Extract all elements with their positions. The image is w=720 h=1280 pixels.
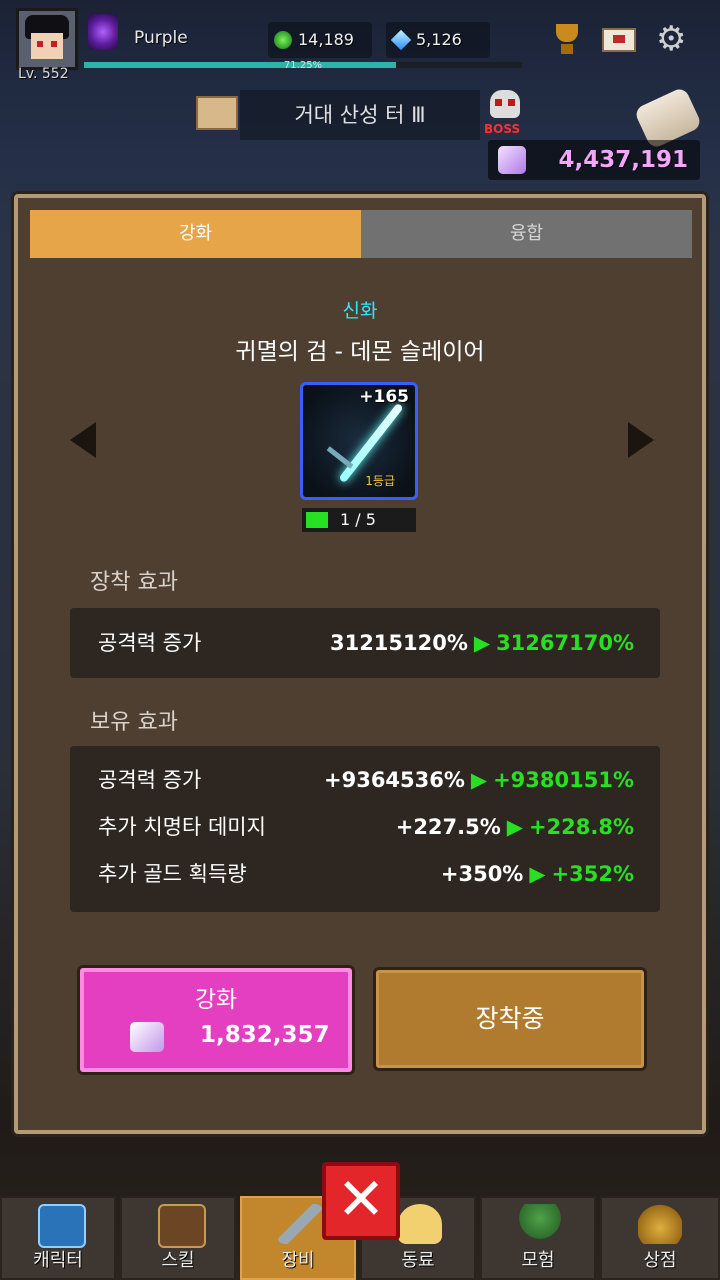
increase-arrow-icon: ▶ (470, 768, 488, 792)
nav-adventure[interactable]: 모험 (480, 1196, 596, 1280)
close-button[interactable]: ✕ (322, 1162, 400, 1240)
item-slot[interactable]: +165 1등급 (300, 382, 418, 500)
equipment-upgrade-panel: 강화 융합 신화 귀멸의 검 - 데몬 슬레이어 +165 1등급 1 / 5 … (14, 194, 706, 1134)
effect-next: +352% (551, 862, 634, 886)
nav-label: 캐릭터 (33, 1250, 83, 1271)
companion-icon (398, 1204, 442, 1244)
owned-effect-box: 공격력 증가 +9364536% ▶ +9380151% 추가 치명타 데미지 +2… (70, 746, 660, 912)
green-gem-icon (274, 31, 292, 49)
next-item-arrow-icon[interactable] (628, 422, 654, 458)
effect-current: +350% (440, 862, 524, 886)
exp-icon (38, 1204, 86, 1248)
item-tier: 1등급 (365, 474, 395, 488)
increase-arrow-icon: ▶ (473, 631, 491, 655)
upgrade-button[interactable]: 강화 1,832,357 (80, 968, 352, 1072)
equip-effect-box: 공격력 증가 31215120% ▶ 31267170% (70, 608, 660, 678)
upgrade-cost: 1,832,357 (200, 1022, 330, 1048)
effect-label: 추가 골드 획득량 (98, 862, 247, 886)
player-avatar[interactable] (16, 8, 78, 70)
boss-button[interactable]: BOSS (482, 88, 530, 140)
nav-skill[interactable]: 스킬 (120, 1196, 236, 1280)
effect-next: +228.8% (528, 815, 634, 839)
trophy-icon[interactable] (552, 24, 582, 56)
tab-upgrade[interactable]: 강화 (30, 210, 361, 258)
cube-icon (498, 146, 526, 174)
nav-label: 스킬 (161, 1250, 195, 1271)
increase-arrow-icon: ▶ (529, 862, 546, 886)
nav-label: 동료 (401, 1250, 435, 1271)
upgrade-button-label: 강화 (194, 987, 238, 1013)
effect-label: 공격력 증가 (98, 631, 202, 655)
effect-next: 31267170% (496, 631, 634, 655)
sword-icon (278, 1204, 322, 1244)
item-count: 1 / 5 (340, 510, 376, 529)
previous-item-arrow-icon[interactable] (70, 422, 96, 458)
effect-current: 31215120% (329, 631, 468, 655)
map-icon[interactable] (196, 96, 238, 130)
player-level: Lv. 552 (18, 66, 69, 82)
nav-character[interactable]: 캐릭터 (0, 1196, 116, 1280)
gold-bag-icon (638, 1204, 682, 1244)
exp-percent: 71.25% (283, 60, 323, 71)
owned-effect-title: 보유 효과 (90, 710, 178, 735)
effect-label: 추가 치명타 데미지 (98, 815, 266, 839)
item-grade: 신화 (342, 300, 378, 322)
equipped-button[interactable]: 장착중 (376, 970, 644, 1068)
effect-label: 공격력 증가 (98, 768, 202, 792)
effect-row: 공격력 증가 +9364536% ▶ +9380151% (98, 762, 634, 798)
cube-currency: 4,437,191 (488, 140, 700, 180)
tab-fusion[interactable]: 융합 (361, 210, 692, 258)
cube-icon (130, 1022, 164, 1052)
diamond-icon (390, 29, 412, 51)
skull-icon (490, 90, 520, 118)
green-gem-value: 14,189 (298, 30, 354, 49)
green-gem-counter: 14,189 (268, 22, 372, 58)
item-name: 귀멸의 검 - 데몬 슬레이어 (235, 339, 485, 365)
cube-value: 4,437,191 (558, 147, 689, 173)
effect-row: 추가 골드 획득량 +350% ▶ +352% (98, 856, 634, 892)
diamond-value: 5,126 (416, 30, 462, 49)
effect-current: +9364536% (324, 768, 465, 792)
item-count-bar: 1 / 5 (302, 508, 416, 532)
boss-label: BOSS (484, 122, 521, 136)
nav-label: 장비 (281, 1250, 315, 1271)
gear-icon[interactable]: ⚙ (656, 22, 686, 56)
tree-icon (518, 1204, 562, 1244)
nav-label: 모험 (521, 1250, 555, 1271)
effect-next: +9380151% (493, 768, 634, 792)
guild-emblem-icon[interactable] (88, 14, 118, 50)
equip-effect-title: 장착 효과 (90, 570, 178, 595)
effect-current: +227.5% (395, 815, 501, 839)
spellbook-icon (158, 1204, 206, 1248)
item-enhance-level: +165 (359, 387, 409, 407)
top-bar: Lv. 552 Purple 14,189 5,126 71.25% ⚙ (0, 0, 720, 90)
player-name: Purple (134, 28, 188, 48)
nav-shop[interactable]: 상점 (600, 1196, 720, 1280)
effect-row: 추가 치명타 데미지 +227.5% ▶ +228.8% (98, 809, 634, 845)
effect-row: 공격력 증가 31215120% ▶ 31267170% (98, 625, 634, 661)
mail-icon[interactable] (602, 28, 636, 52)
increase-arrow-icon: ▶ (506, 815, 523, 839)
stage-name: 거대 산성 터 Ⅲ (240, 90, 480, 140)
nav-label: 상점 (643, 1250, 677, 1271)
diamond-counter: 5,126 (386, 22, 490, 58)
